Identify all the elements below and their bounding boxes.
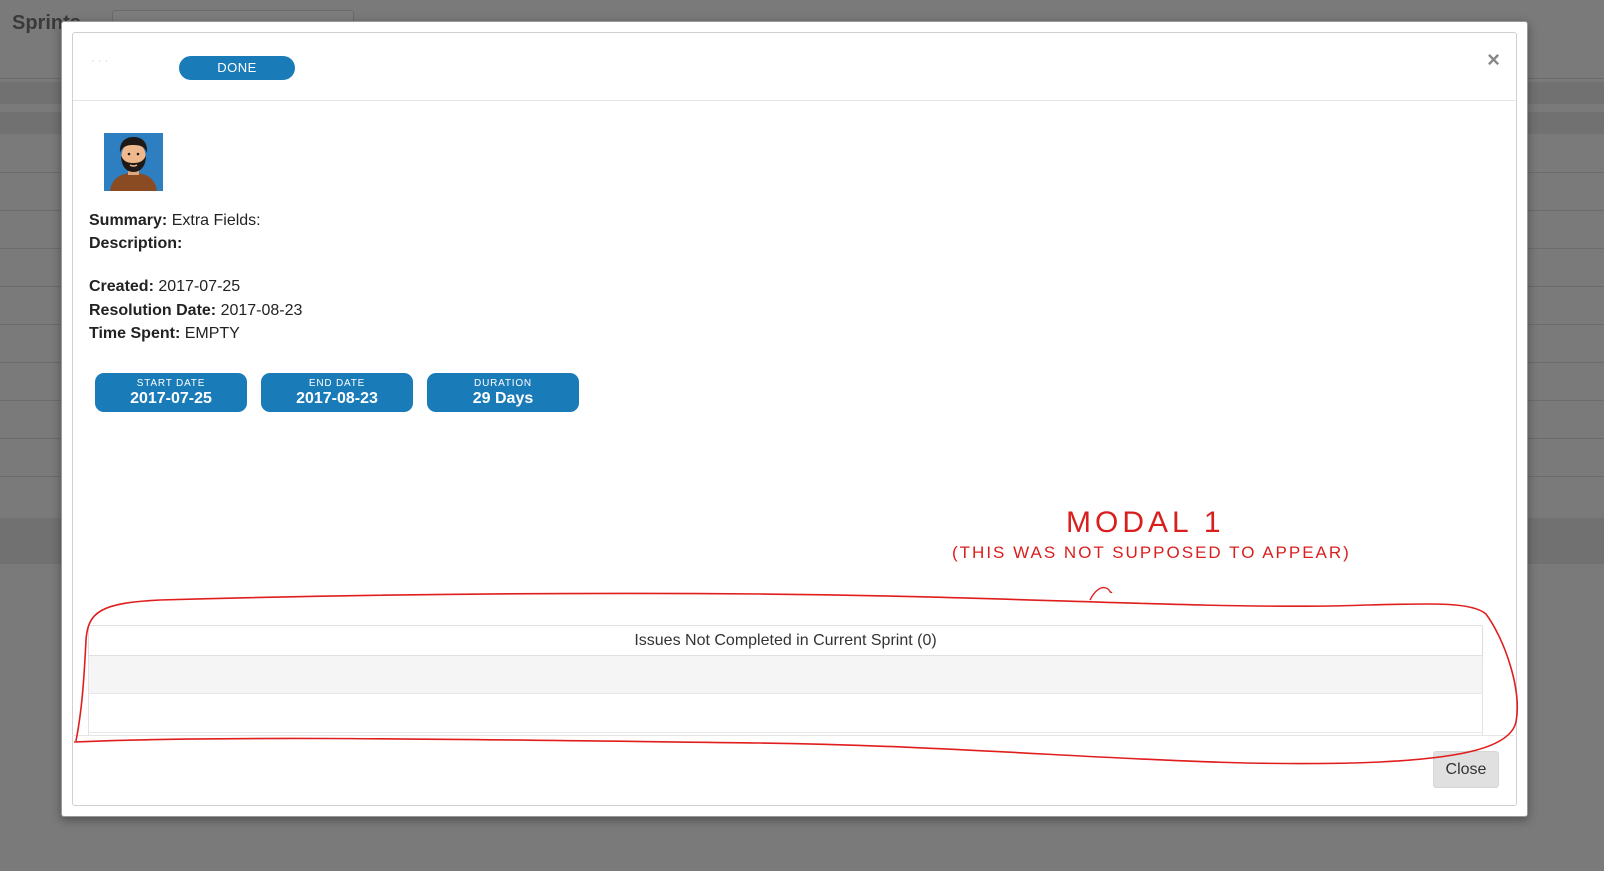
created-field: Created: 2017-07-25 <box>89 278 240 296</box>
close-button[interactable]: Close <box>1433 751 1499 788</box>
issues-not-completed-panel: Issues Not Completed in Current Sprint (… <box>88 625 1483 736</box>
created-label: Created: <box>89 278 154 295</box>
annotation-title: MODAL 1 <box>1066 506 1225 539</box>
start-date-value: 2017-07-25 <box>130 390 212 407</box>
duration-box: DURATION 29 Days <box>427 373 579 412</box>
duration-value: 29 Days <box>472 390 534 407</box>
resolution-date-field: Resolution Date: 2017-08-23 <box>89 302 302 320</box>
time-spent-label: Time Spent: <box>89 325 181 342</box>
created-value: 2017-07-25 <box>158 278 241 295</box>
time-spent-field: Time Spent: EMPTY <box>89 325 240 343</box>
start-date-box: START DATE 2017-07-25 <box>95 373 247 412</box>
summary-value: Extra Fields: <box>171 212 261 229</box>
table-row <box>89 656 1482 694</box>
footer-divider <box>72 735 1514 736</box>
duration-label: DURATION <box>474 378 532 389</box>
close-icon[interactable]: × <box>1487 47 1500 73</box>
annotation-subtitle: (THIS WAS NOT SUPPOSED TO APPEAR) <box>952 543 1351 562</box>
time-spent-value: EMPTY <box>184 325 240 342</box>
summary-label: Summary: <box>89 212 168 229</box>
issues-panel-title: Issues Not Completed in Current Sprint (… <box>89 626 1482 656</box>
end-date-box: END DATE 2017-08-23 <box>261 373 413 412</box>
summary-field: Summary: Extra Fields: <box>89 212 261 230</box>
description-label: Description: <box>89 235 183 252</box>
issue-key-redacted: · · · <box>91 55 109 67</box>
end-date-value: 2017-08-23 <box>296 390 378 407</box>
status-badge: DONE <box>179 56 295 80</box>
avatar <box>104 133 163 191</box>
modal-header: · · · DONE × <box>73 33 1516 101</box>
resolution-date-label: Resolution Date: <box>89 302 217 319</box>
end-date-label: END DATE <box>308 378 366 389</box>
resolution-date-value: 2017-08-23 <box>220 302 303 319</box>
start-date-label: START DATE <box>136 378 206 389</box>
description-field: Description: <box>89 235 182 253</box>
table-row <box>89 694 1482 733</box>
avatar-icon <box>104 133 163 191</box>
